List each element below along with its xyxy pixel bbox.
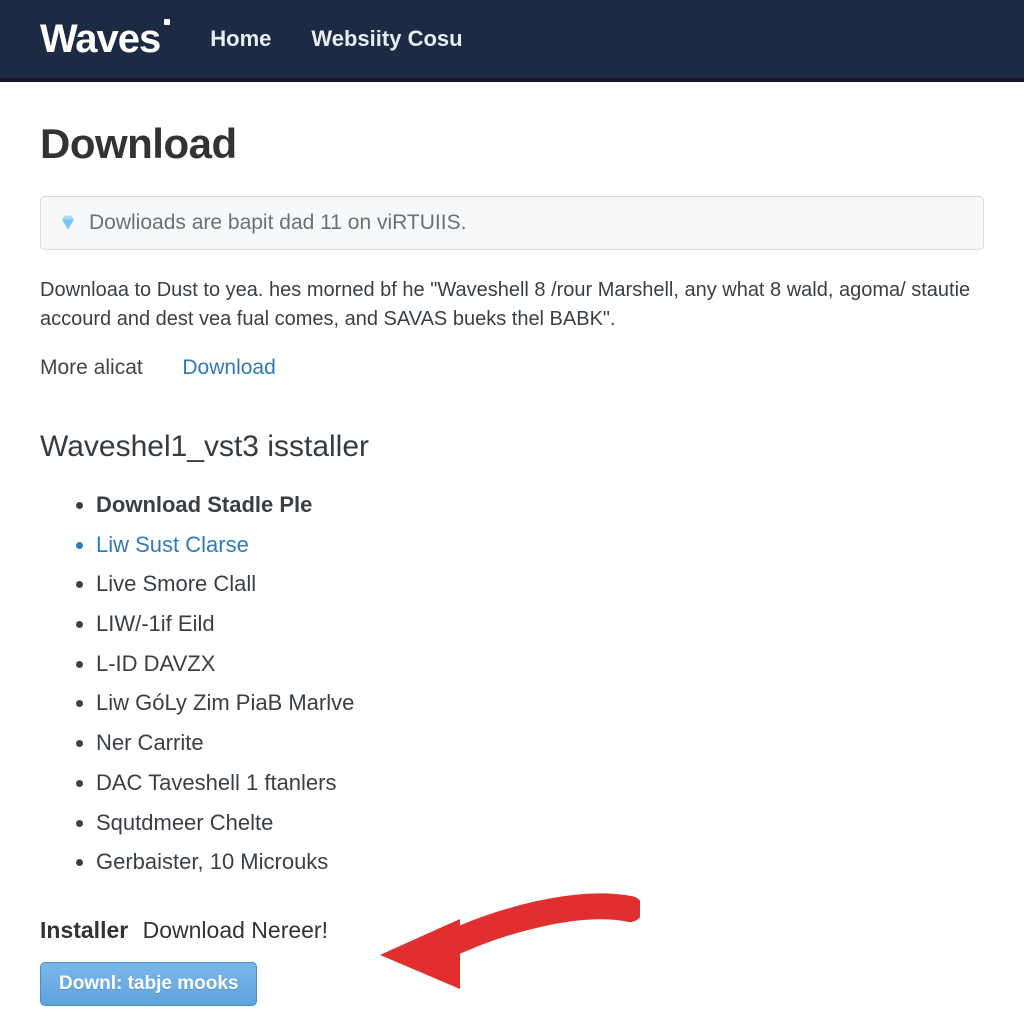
section-title: Waveshel1_vst3 isstaller — [40, 430, 984, 464]
more-label: More alicat — [40, 356, 143, 379]
installer-label: Installer — [40, 917, 128, 943]
page-description: Downloaa to Dust to yea. hes morned bf h… — [40, 276, 984, 334]
brand-logo[interactable]: Waves — [40, 17, 160, 62]
notice-text: Dowlioads are bapit dad 11 on viRTUIIS. — [89, 211, 466, 235]
header-bar: Waves Home Websiity Cosu — [0, 0, 1024, 82]
list-item: Ner Carrite — [96, 728, 984, 758]
download-link[interactable]: Download — [182, 356, 275, 379]
list-item: Liw GóLy Zim PiaB Marlve — [96, 688, 984, 718]
diamond-icon — [59, 214, 77, 232]
nav-secondary[interactable]: Websiity Cosu — [311, 26, 462, 52]
main-content: Download Dowlioads are bapit dad 11 on v… — [0, 82, 1024, 1006]
list-item: Live Smore Clall — [96, 569, 984, 599]
notice-banner: Dowlioads are bapit dad 11 on viRTUIIS. — [40, 196, 984, 250]
list-item: L-ID DAVZX — [96, 649, 984, 679]
page-title: Download — [40, 120, 984, 168]
list-item: Squtdmeer Chelte — [96, 808, 984, 838]
nav-home[interactable]: Home — [210, 26, 271, 52]
list-item: Gerbaister, 10 Microuks — [96, 847, 984, 877]
list-item: DAC Taveshell 1 ftanlers — [96, 768, 984, 798]
installer-text: Download Nereer! — [143, 917, 328, 943]
callout-arrow-icon — [380, 889, 640, 999]
download-button[interactable]: Downl: tabje mooks — [40, 962, 257, 1006]
list-item[interactable]: Liw Sust Clarse — [96, 530, 984, 560]
package-list: Download Stadle Ple Liw Sust Clarse Live S… — [40, 490, 984, 877]
list-item: Download Stadle Ple — [96, 490, 984, 520]
list-item: LIW/-1if Eild — [96, 609, 984, 639]
installer-line: Installer Download Nereer! — [40, 917, 984, 944]
links-row: More alicat Download — [40, 356, 984, 380]
